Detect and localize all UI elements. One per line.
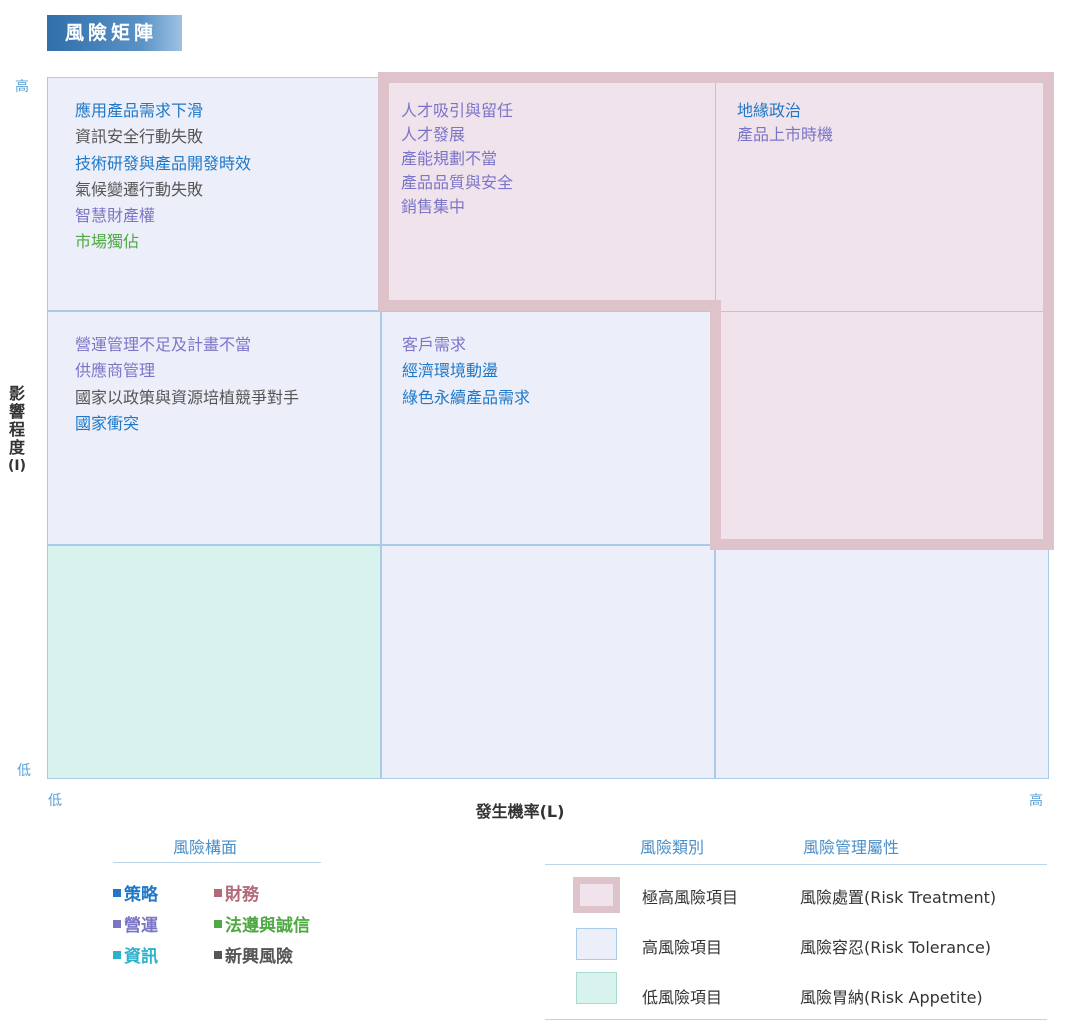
matrix-cell-r1c0: 營運管理不足及計畫不當 供應商管理國家以政策與資源培植競爭對手 國家衝突 bbox=[47, 311, 381, 545]
legend-row-high-category: 高風險項目 bbox=[642, 938, 723, 957]
legend-label: 資訊 bbox=[124, 947, 158, 967]
legend-divider bbox=[545, 864, 1047, 865]
risk-item: 國家衝突 bbox=[75, 413, 140, 433]
square-icon bbox=[113, 889, 121, 897]
risk-list: 客戶需求經濟環境動盪綠色永續產品需求 bbox=[402, 332, 530, 411]
page-title: 風險矩陣 bbox=[47, 15, 182, 51]
legend-item-operations: 營運 bbox=[113, 911, 158, 936]
legend-category-heading: 風險類別 bbox=[640, 838, 705, 857]
risk-list: 應用產品需求下滑 資訊安全行動失敗技術研發與產品開發時效 氣候變遷行動失敗 智慧財產權… bbox=[75, 98, 251, 256]
extreme-risk-outline-bottom bbox=[710, 303, 1054, 550]
matrix-cell-r2c0 bbox=[47, 545, 381, 779]
y-axis-title-char: 程 bbox=[8, 420, 25, 439]
risk-item: 客戶需求 bbox=[402, 335, 467, 354]
x-axis-low-label: 低 bbox=[48, 793, 62, 809]
risk-item: 國家以政策與資源培植競爭對手 bbox=[75, 387, 300, 407]
legend-row-low-category: 低風險項目 bbox=[642, 988, 723, 1007]
extreme-risk-outline-step bbox=[378, 300, 721, 311]
risk-item: 氣候變遷行動失敗 bbox=[75, 179, 204, 199]
matrix-cell-r2c1 bbox=[381, 545, 715, 779]
risk-list: 營運管理不足及計畫不當 供應商管理國家以政策與資源培植競爭對手 國家衝突 bbox=[75, 332, 299, 437]
matrix-cell-r0c0: 應用產品需求下滑 資訊安全行動失敗技術研發與產品開發時效 氣候變遷行動失敗 智慧財產權… bbox=[47, 77, 381, 311]
square-icon bbox=[113, 951, 121, 959]
risk-item: 技術研發與產品開發時效 bbox=[75, 153, 252, 173]
high-risk-swatch bbox=[576, 928, 617, 960]
extreme-risk-outline-top bbox=[378, 72, 1054, 311]
matrix-cell-r1c1: 客戶需求經濟環境動盪綠色永續產品需求 bbox=[381, 311, 715, 545]
y-axis-title-char: 度 bbox=[8, 438, 25, 457]
risk-item: 市場獨佔 bbox=[75, 232, 140, 252]
legend-row-extreme-attribute: 風險處置(Risk Treatment) bbox=[800, 888, 997, 907]
risk-item: 經濟環境動盪 bbox=[402, 361, 499, 381]
legend-row-extreme-category: 極高風險項目 bbox=[642, 888, 739, 907]
x-axis-high-label: 高 bbox=[1029, 793, 1043, 809]
matrix-cell-r2c2 bbox=[715, 545, 1049, 779]
legend-label: 新興風險 bbox=[225, 947, 293, 967]
legend-label: 法遵與誠信 bbox=[225, 916, 310, 936]
y-axis-low-label: 低 bbox=[17, 763, 31, 779]
square-icon bbox=[214, 920, 222, 928]
low-risk-swatch bbox=[576, 972, 617, 1004]
square-icon bbox=[214, 951, 222, 959]
legend-label: 財務 bbox=[225, 885, 259, 905]
legend-divider bbox=[545, 1019, 1047, 1020]
y-axis-title-char: 影 bbox=[8, 384, 25, 403]
legend-item-strategy: 策略 bbox=[113, 880, 158, 905]
y-axis-title-char: 響 bbox=[8, 402, 25, 421]
x-axis-title: 發生機率(L) bbox=[475, 802, 565, 821]
legend-label: 營運 bbox=[124, 916, 158, 936]
risk-item: 綠色永續產品需求 bbox=[402, 387, 531, 407]
risk-item: 智慧財產權 bbox=[75, 206, 156, 226]
y-axis-high-label: 高 bbox=[15, 79, 29, 95]
legend-row-high-attribute: 風險容忍(Risk Tolerance) bbox=[800, 938, 992, 957]
legend-item-emerging: 新興風險 bbox=[214, 942, 293, 967]
legend-label: 策略 bbox=[124, 885, 158, 905]
legend-item-information: 資訊 bbox=[113, 942, 158, 967]
risk-item: 供應商管理 bbox=[75, 361, 156, 381]
y-axis-title: 影 響 程 度 (I) bbox=[6, 385, 28, 475]
risk-item: 應用產品需求下滑 bbox=[75, 101, 204, 120]
risk-item: 營運管理不足及計畫不當 bbox=[75, 335, 252, 354]
legend-row-low-attribute: 風險胃納(Risk Appetite) bbox=[800, 988, 983, 1007]
square-icon bbox=[214, 889, 222, 897]
legend-attribute-heading: 風險管理屬性 bbox=[803, 838, 900, 857]
extreme-risk-swatch bbox=[573, 877, 620, 913]
legend-dimension-heading: 風險構面 bbox=[173, 838, 238, 857]
risk-item: 資訊安全行動失敗 bbox=[75, 127, 204, 147]
extreme-risk-outline-corner bbox=[710, 300, 721, 314]
legend-item-compliance: 法遵與誠信 bbox=[214, 911, 310, 936]
square-icon bbox=[113, 920, 121, 928]
legend-item-finance: 財務 bbox=[214, 880, 259, 905]
y-axis-title-char: (I) bbox=[7, 458, 26, 474]
legend-divider bbox=[113, 862, 321, 863]
